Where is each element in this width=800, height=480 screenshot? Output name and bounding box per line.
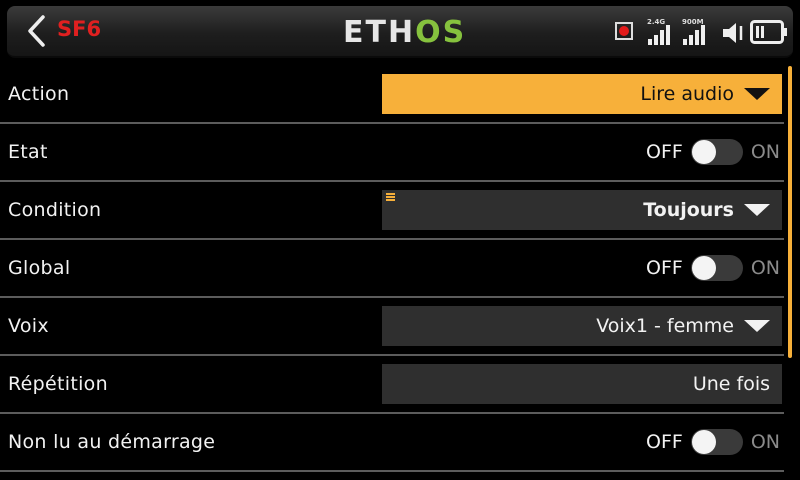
action-dropdown[interactable]: Lire audio — [382, 74, 782, 114]
dropdown-arrow-icon — [744, 320, 770, 332]
toggle-switch[interactable] — [690, 429, 743, 455]
condition-dropdown[interactable]: Toujours — [382, 190, 782, 230]
toggle-off-label: OFF — [646, 257, 683, 279]
row-global: Global OFF ON — [0, 240, 784, 298]
condition-label: Condition — [8, 199, 102, 221]
record-icon — [615, 22, 633, 40]
voix-dropdown[interactable]: Voix1 - femme — [382, 306, 782, 346]
toggle-on-label: ON — [750, 257, 780, 279]
row-voix: Voix Voix1 - femme — [0, 298, 784, 356]
row-condition: Condition Toujours — [0, 182, 784, 240]
page-title: SF6 — [57, 17, 102, 41]
signal-900m-icon: 900M — [682, 18, 706, 48]
back-button[interactable] — [14, 10, 58, 52]
global-toggle[interactable]: OFF ON — [646, 240, 780, 296]
repetition-value: Une fois — [692, 373, 770, 395]
ethos-logo: ETHOS — [343, 15, 467, 50]
battery-icon — [750, 20, 788, 70]
toggle-knob — [691, 140, 716, 164]
row-action: Action Lire audio — [0, 66, 784, 124]
condition-value: Toujours — [643, 199, 734, 221]
action-label: Action — [8, 83, 70, 105]
row-repetition: Répétition Une fois — [0, 356, 784, 414]
repetition-field[interactable]: Une fois — [382, 364, 782, 404]
global-label: Global — [8, 257, 71, 279]
voix-label: Voix — [8, 315, 49, 337]
settings-list: Action Lire audio Etat OFF ON Condition … — [0, 66, 784, 472]
signal-band-label: 2.4G — [647, 18, 666, 26]
repetition-label: Répétition — [8, 373, 108, 395]
dropdown-arrow-icon — [744, 88, 770, 100]
non-lu-label: Non lu au démarrage — [8, 431, 216, 453]
screen: SF6 ETHOS 2.4G 900M Action Lire audio Et… — [0, 0, 800, 480]
dropdown-arrow-icon — [744, 204, 770, 216]
scrollbar[interactable] — [788, 66, 792, 358]
toggle-on-label: ON — [750, 141, 780, 163]
toggle-switch[interactable] — [690, 139, 743, 165]
non-lu-toggle[interactable]: OFF ON — [646, 414, 780, 470]
toggle-off-label: OFF — [646, 141, 683, 163]
toggle-off-label: OFF — [646, 431, 683, 453]
signal-2-4g-icon: 2.4G — [647, 18, 671, 48]
toggle-knob — [691, 430, 716, 454]
voix-value: Voix1 - femme — [596, 315, 734, 337]
toggle-on-label: ON — [750, 431, 780, 453]
toggle-switch[interactable] — [690, 255, 743, 281]
action-value: Lire audio — [640, 83, 734, 105]
row-non-lu: Non lu au démarrage OFF ON — [0, 414, 784, 472]
etat-toggle[interactable]: OFF ON — [646, 124, 780, 180]
row-etat: Etat OFF ON — [0, 124, 784, 182]
back-chevron-icon — [28, 15, 45, 47]
toggle-knob — [691, 256, 716, 280]
top-bar: SF6 ETHOS 2.4G 900M — [7, 6, 793, 58]
options-menu-icon[interactable] — [386, 193, 395, 202]
etat-label: Etat — [8, 141, 48, 163]
speaker-icon — [721, 22, 747, 72]
